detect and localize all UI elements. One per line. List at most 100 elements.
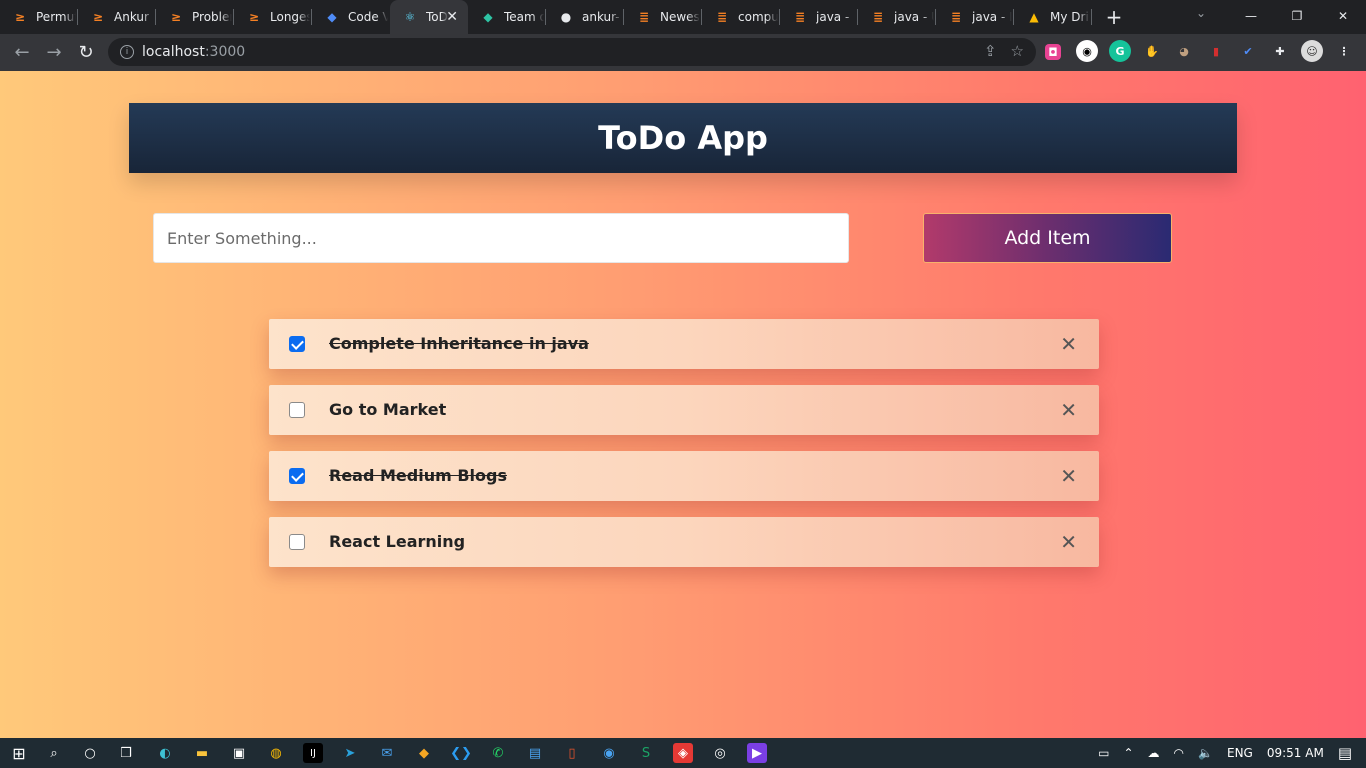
share-icon[interactable]: ⇪ xyxy=(984,42,997,60)
todo-item-text: Go to Market xyxy=(329,400,447,419)
extension-icon[interactable]: ▮ xyxy=(1205,40,1227,62)
menu-icon[interactable]: ⋮ xyxy=(1333,40,1355,62)
git-icon[interactable]: ◆ xyxy=(414,743,434,763)
system-tray: ▭ ⌃ ☁ ◠ 🔈 ENG 09:51 AM ▤ xyxy=(1098,738,1366,768)
stackoverflow-icon: ≣ xyxy=(716,10,728,24)
close-window-icon[interactable]: ✕ xyxy=(1320,0,1366,32)
todo-checkbox[interactable] xyxy=(289,336,305,352)
anydesk-icon[interactable]: ◈ xyxy=(673,743,693,763)
reload-icon[interactable]: ↻ xyxy=(70,37,102,69)
bookmark-star-icon[interactable]: ☆ xyxy=(1011,42,1024,60)
chrome-icon[interactable]: ◍ xyxy=(266,743,286,763)
telegram-icon[interactable]: ➤ xyxy=(340,743,360,763)
todo-input[interactable] xyxy=(153,213,849,263)
wifi-icon[interactable]: ◠ xyxy=(1174,746,1184,760)
stackoverflow-icon: ≣ xyxy=(872,10,884,24)
news-icon[interactable]: ▭ xyxy=(1098,746,1109,760)
forward-icon[interactable]: → xyxy=(38,37,70,69)
url-host: localhost xyxy=(142,44,205,60)
grammarly-icon[interactable]: G xyxy=(1109,40,1131,62)
search-icon[interactable]: ⌕ xyxy=(44,743,64,763)
notifications-icon[interactable]: ▤ xyxy=(1338,744,1352,762)
code-icon: ≥ xyxy=(170,10,182,24)
office-icon[interactable]: ▯ xyxy=(562,743,582,763)
app-page: ToDo App Add Item Complete Inheritance i… xyxy=(0,71,1366,738)
windows-start-icon[interactable]: ⊞ xyxy=(9,743,29,763)
windows-taskbar: ⊞ ⌕ ○ ❒ ◐ ▬ ▣ ◍ IJ ➤ ✉ ◆ ❮❯ ✆ ▤ ▯ ◉ S ◈ … xyxy=(0,738,1366,768)
chevron-up-icon[interactable]: ⌃ xyxy=(1123,746,1133,760)
vscode-icon[interactable]: ❮❯ xyxy=(450,743,472,763)
code-icon: ≥ xyxy=(92,10,104,24)
intellij-icon[interactable]: IJ xyxy=(303,743,323,763)
clock[interactable]: 09:51 AM xyxy=(1267,746,1324,760)
new-tab-button[interactable]: + xyxy=(1098,0,1130,34)
todo-list: Complete Inheritance in java ✕ Go to Mar… xyxy=(269,319,1099,583)
minimize-icon[interactable]: — xyxy=(1228,0,1274,32)
todo-item: Go to Market ✕ xyxy=(269,385,1099,435)
todo-checkbox[interactable] xyxy=(289,468,305,484)
browser-tab[interactable]: ≣Newest xyxy=(624,0,702,34)
extension-icon[interactable]: ✔ xyxy=(1237,40,1259,62)
todo-checkbox[interactable] xyxy=(289,402,305,418)
browser-tab[interactable]: ≥ Permut xyxy=(0,0,78,34)
browser-tab[interactable]: ≥Problem xyxy=(156,0,234,34)
delete-icon[interactable]: ✕ xyxy=(1060,398,1077,422)
delete-icon[interactable]: ✕ xyxy=(1060,530,1077,554)
browser-tab[interactable]: ≥ Longes xyxy=(234,0,312,34)
extensions-puzzle-icon[interactable]: ✚ xyxy=(1269,40,1291,62)
code-icon: ≥ xyxy=(14,10,26,24)
language-indicator[interactable]: ENG xyxy=(1227,746,1253,760)
obs-icon[interactable]: ◎ xyxy=(710,743,730,763)
close-icon[interactable]: ✕ xyxy=(446,9,458,25)
extension-icon[interactable]: ◘ xyxy=(1045,44,1061,60)
browser-tab[interactable]: ◆ Code V xyxy=(312,0,390,34)
app-icon[interactable]: ▶ xyxy=(747,743,767,763)
tab-search-icon[interactable]: ⌄ xyxy=(1196,6,1206,20)
todo-item-text: React Learning xyxy=(329,532,466,551)
cortana-icon[interactable]: ○ xyxy=(80,743,100,763)
browser-tabstrip: ≥Permut ≥Ankur ≥Problem ≥Longes ◆Code V … xyxy=(0,0,1366,34)
network-icon[interactable]: ☁ xyxy=(1148,746,1160,760)
stackoverflow-icon: ≣ xyxy=(638,10,650,24)
avatar[interactable]: ☺ xyxy=(1301,40,1323,62)
browser-tab[interactable]: ≣ java - xyxy=(780,0,858,34)
app-icon[interactable]: ◉ xyxy=(599,743,619,763)
browser-tab-active[interactable]: ⚛ ToD ✕ xyxy=(390,0,468,34)
extension-icon[interactable]: ◕ xyxy=(1173,40,1195,62)
todo-checkbox[interactable] xyxy=(289,534,305,550)
delete-icon[interactable]: ✕ xyxy=(1060,464,1077,488)
adblock-icon[interactable]: ✋ xyxy=(1141,40,1163,62)
diamond-icon: ◆ xyxy=(483,10,493,24)
app-icon[interactable]: S xyxy=(636,743,656,763)
code-icon: ≥ xyxy=(248,10,260,24)
browser-tab[interactable]: ≥ Ankur xyxy=(78,0,156,34)
stackoverflow-icon: ≣ xyxy=(794,10,806,24)
whatsapp-icon[interactable]: ✆ xyxy=(488,743,508,763)
browser-tab[interactable]: ● ankur- xyxy=(546,0,624,34)
file-explorer-icon[interactable]: ▬ xyxy=(192,743,212,763)
edge-icon[interactable]: ◐ xyxy=(155,743,175,763)
browser-tab[interactable]: ≣ java - I xyxy=(936,0,1014,34)
mail-icon[interactable]: ✉ xyxy=(377,743,397,763)
extension-icon[interactable]: ◉ xyxy=(1076,40,1098,62)
task-view-icon[interactable]: ❒ xyxy=(116,743,136,763)
site-info-icon[interactable]: i xyxy=(120,45,134,59)
stackoverflow-icon: ≣ xyxy=(950,10,962,24)
todo-item: Read Medium Blogs ✕ xyxy=(269,451,1099,501)
address-bar[interactable]: i localhost:3000 ⇪ ☆ xyxy=(108,38,1036,66)
codev-icon: ◆ xyxy=(327,10,337,24)
browser-tab[interactable]: ≣java - U xyxy=(858,0,936,34)
browser-tab[interactable]: ▲ My Dri xyxy=(1014,0,1092,34)
app-header: ToDo App xyxy=(129,103,1237,173)
store-icon[interactable]: ▣ xyxy=(229,743,249,763)
todo-item-text: Read Medium Blogs xyxy=(329,466,507,485)
app-icon[interactable]: ▤ xyxy=(525,743,545,763)
browser-tab[interactable]: ≣ compu xyxy=(702,0,780,34)
add-item-button[interactable]: Add Item xyxy=(923,213,1172,263)
restore-icon[interactable]: ❐ xyxy=(1274,0,1320,32)
delete-icon[interactable]: ✕ xyxy=(1060,332,1077,356)
volume-icon[interactable]: 🔈 xyxy=(1198,746,1213,760)
back-icon[interactable]: ← xyxy=(6,37,38,69)
app-title: ToDo App xyxy=(598,119,768,157)
browser-tab[interactable]: ◆ Team o xyxy=(468,0,546,34)
